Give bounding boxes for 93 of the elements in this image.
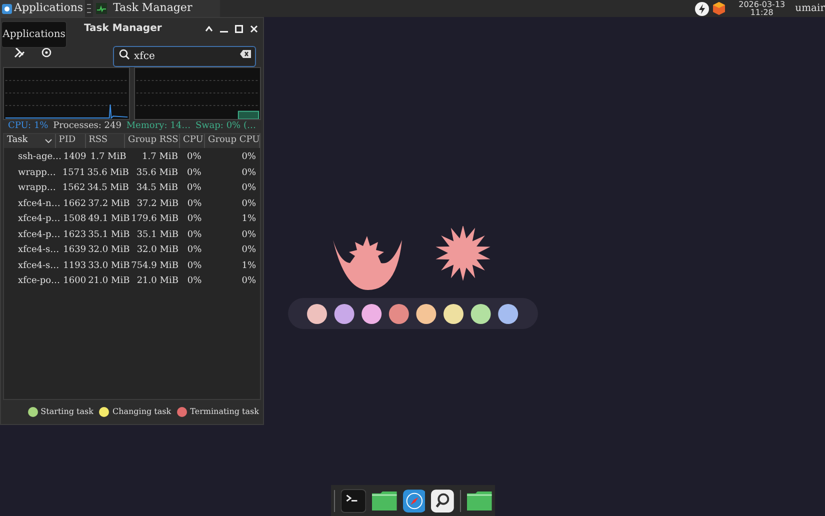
stat-label: CPU: 1% [8, 120, 48, 132]
user-name[interactable]: umair [795, 1, 825, 16]
monitor-icon [96, 3, 108, 14]
legend-label: Starting task [40, 406, 94, 418]
table-cell-text: 179.6 MiB [130, 213, 180, 226]
table-cell-text: xfce4-p… [17, 213, 58, 226]
table-cell-text: 0% [186, 275, 203, 288]
table-cell-text: 32.0 MiB [88, 244, 130, 257]
table-cell-text: xfce4-s… [17, 244, 58, 257]
table-cell-text: 34.5 MiB [135, 182, 179, 195]
column-header[interactable]: Group CPU [208, 134, 260, 148]
table-cell-text: 33.0 MiB [88, 260, 130, 272]
table-cell-text: 21.0 MiB [88, 275, 130, 288]
table-cell-text: 1.7 MiB [141, 151, 179, 164]
tooltip: Applications [1, 21, 67, 48]
table-cell-text: 37.2 MiB [136, 198, 180, 210]
table-cell-text: wrapp… [17, 166, 57, 180]
table-cell-text: 754.9 MiB [130, 260, 180, 272]
table-cell-text: 49.1 MiB [88, 213, 130, 226]
terminal-icon[interactable] [340, 488, 366, 512]
handle-icon [87, 4, 92, 13]
search-icon[interactable] [431, 488, 454, 512]
column-header[interactable]: PID [58, 134, 76, 148]
table-cell-text: 0% [186, 244, 203, 257]
table-cell-text: 21.0 MiB [136, 275, 180, 288]
table-cell-text: 1662 [62, 198, 88, 210]
column-header[interactable]: RSS [88, 134, 108, 148]
legend-label: Changing task [112, 406, 172, 418]
clock-date: 2026-03-13 [738, 0, 786, 8]
table-cell-text: xfce-po… [17, 275, 58, 288]
table-cell-text: 1.7 MiB [89, 151, 128, 164]
table-cell-text: 1409 [62, 151, 88, 164]
table-cell-text: 1623 [62, 228, 88, 242]
search-field[interactable]: xfce [113, 46, 256, 66]
column-header[interactable]: Task [7, 134, 28, 148]
table-cell-text: xfce4-n… [17, 198, 58, 210]
stat-label: Memory: 14… [126, 120, 191, 132]
table-cell-text: 0% [186, 166, 202, 180]
clock-time: 11:28 [750, 8, 774, 16]
table-cell-text: 35.6 MiB [135, 166, 179, 180]
target-icon[interactable] [41, 46, 52, 58]
table-cell-text: 34.5 MiB [87, 182, 128, 195]
table-cell-text: 0% [186, 198, 203, 210]
table-cell-text: 1600 [62, 275, 88, 288]
sort-caret-icon [44, 139, 52, 143]
taskbar-window-button[interactable]: Task Manager [93, 0, 220, 17]
table-cell-text: 0% [240, 228, 257, 242]
maximize-icon[interactable] [235, 24, 243, 32]
table-cell-text: 0% [186, 228, 203, 242]
folder-icon[interactable] [467, 490, 492, 510]
table-cell-text: 1% [240, 260, 257, 272]
table-cell-text: 35.1 MiB [136, 228, 180, 242]
legend-label: Terminating task [190, 406, 259, 418]
table-cell-text: 0% [186, 260, 203, 272]
table-cell-text: 1571 [61, 166, 86, 180]
table-cell-text: 1% [240, 213, 257, 226]
app-menu-icon [2, 4, 12, 14]
table-cell-text: 0% [186, 151, 202, 164]
table-cell-text: 1562 [61, 182, 86, 195]
table-cell-text: 0% [240, 166, 258, 180]
clear-icon[interactable] [240, 50, 251, 58]
tools-icon[interactable] [14, 46, 25, 58]
lightning-icon[interactable] [694, 2, 709, 16]
table-cell-text: 35.6 MiB [87, 166, 128, 180]
table-cell-text: 35.1 MiB [88, 228, 130, 242]
stat-label: Swap: 0% (… [195, 120, 256, 132]
table-cell-text: 0% [240, 182, 258, 195]
table-cell-text: 1193 [62, 260, 88, 272]
collapse-icon[interactable] [205, 26, 213, 32]
table-cell-text: 0% [186, 213, 203, 226]
table-cell-text: 0% [240, 244, 257, 257]
table-cell-text: xfce4-s… [17, 260, 58, 272]
table-cell-text: 1508 [62, 213, 88, 226]
compass-icon[interactable] [402, 488, 426, 512]
applications-menu-button[interactable]: Applications [0, 0, 86, 17]
stat-label: Processes: 249 [53, 120, 122, 132]
folder-icon[interactable] [372, 490, 397, 510]
table-cell-text: wrapp… [17, 182, 57, 195]
search-icon [119, 48, 130, 60]
table-cell-text: 0% [240, 198, 257, 210]
window-title: Task Manager [84, 22, 162, 36]
table-cell-text: 32.0 MiB [136, 244, 180, 257]
table-cell-text: 1639 [62, 244, 88, 257]
close-icon[interactable] [250, 24, 258, 32]
table-cell-text: 0% [186, 182, 202, 195]
table-cell-text: ssh-age… [17, 151, 58, 164]
column-header[interactable]: Group RSS [128, 134, 178, 148]
cube-icon[interactable] [712, 2, 725, 15]
table-cell-text: 37.2 MiB [88, 198, 130, 210]
table-cell-text: 0% [240, 151, 257, 164]
column-header[interactable]: CPU [183, 134, 204, 148]
table-cell-text: 0% [240, 275, 257, 288]
table-cell-text: xfce4-p… [17, 228, 58, 242]
